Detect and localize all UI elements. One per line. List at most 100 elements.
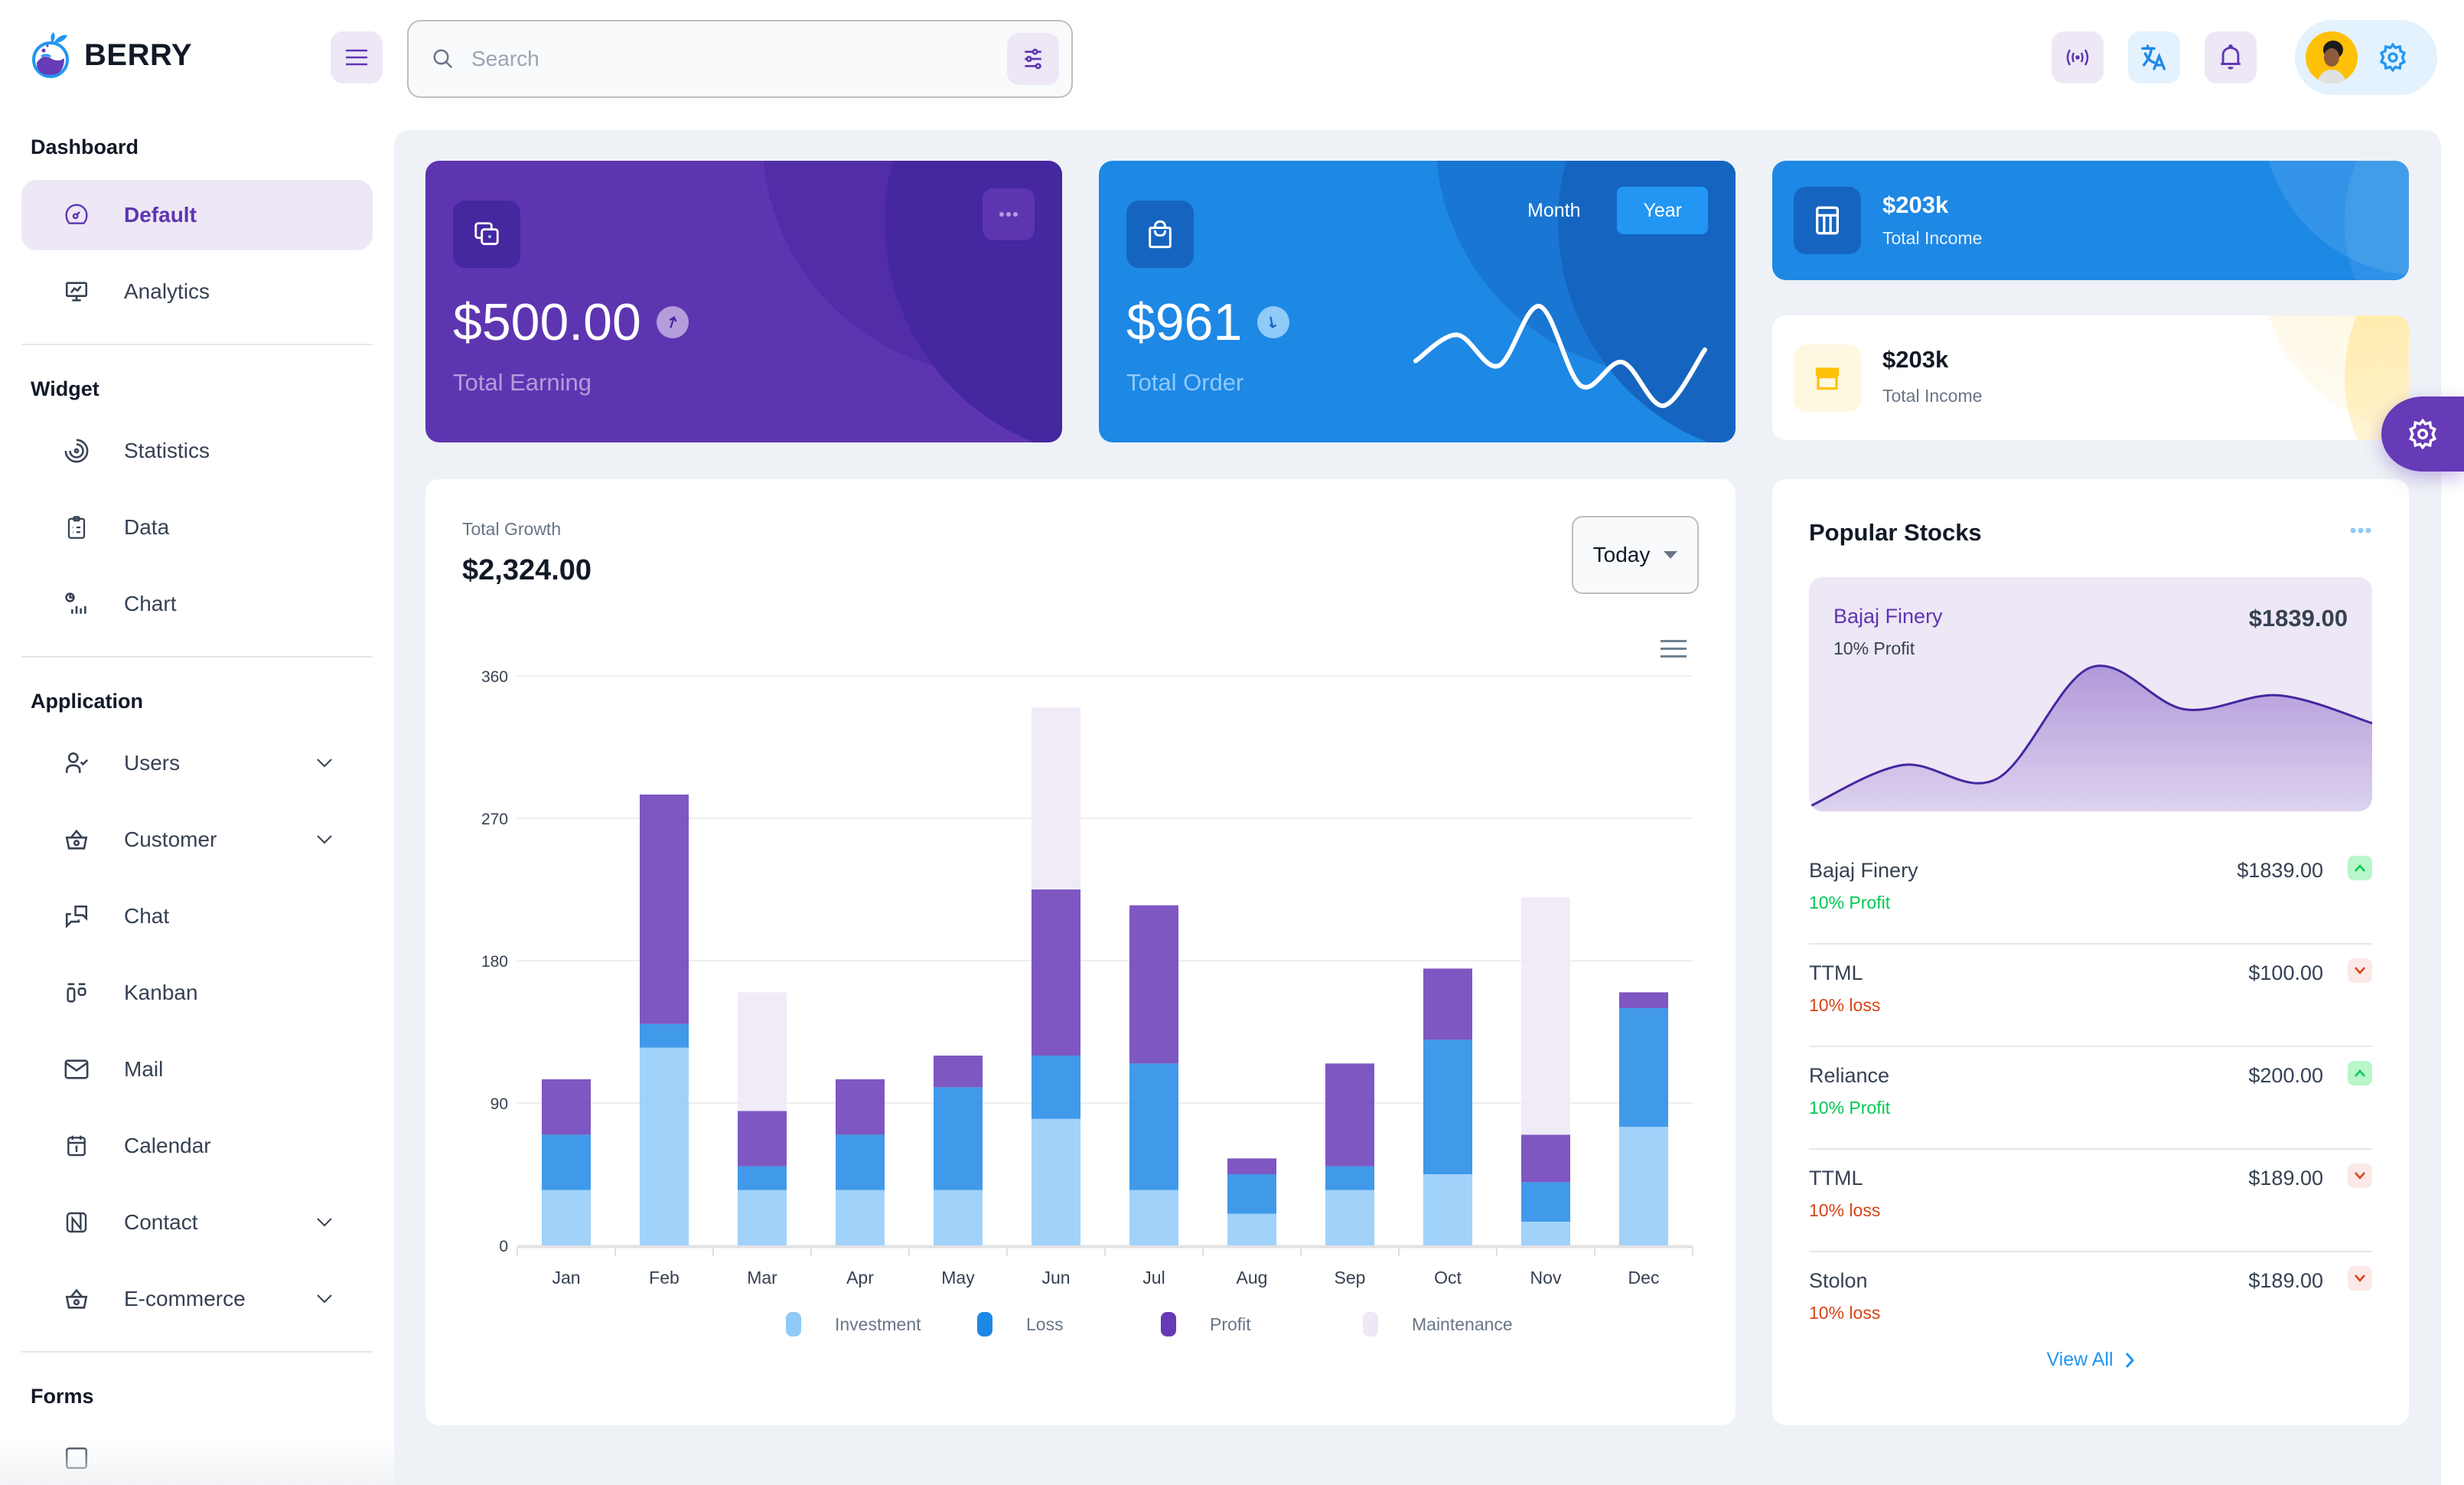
bar-investment-jan[interactable] [542,1190,591,1245]
sidebar-item-label: Mail [124,1057,164,1081]
bar-profit-jan[interactable] [542,1079,591,1135]
profile-menu[interactable] [2295,20,2437,95]
brand-name: BERRY [84,38,193,72]
components-icon [60,1441,93,1475]
bar-maintenance-mar[interactable] [738,992,787,1111]
customize-fab[interactable] [2381,397,2464,472]
sidebar-item-contact[interactable]: Contact [21,1187,373,1258]
trend-down-badge [2348,958,2372,983]
bar-investment-apr[interactable] [836,1190,885,1245]
total-income-card-secondary: $203k Total Income [1772,315,2409,440]
sidebar-item-analytics[interactable]: Analytics [21,256,373,327]
bar-investment-jul[interactable] [1129,1190,1178,1245]
bar-profit-apr[interactable] [836,1079,885,1135]
stock-value: $189.00 [2248,1269,2323,1292]
search-filter-button[interactable] [1007,33,1059,85]
legend-label-maintenance[interactable]: Maintenance [1412,1314,1513,1334]
bar-profit-feb[interactable] [640,795,689,1024]
bar-loss-jan[interactable] [542,1134,591,1190]
legend-label-investment[interactable]: Investment [835,1314,921,1334]
stock-row[interactable]: Reliance 10% Profit $200.00 [1809,1047,2372,1150]
language-button[interactable] [2128,31,2180,83]
bar-loss-nov[interactable] [1521,1182,1570,1222]
legend-swatch-maintenance[interactable] [1363,1312,1378,1336]
bar-profit-dec[interactable] [1619,992,1668,1008]
bar-investment-sep[interactable] [1325,1190,1374,1245]
popular-stocks-card: Popular Stocks Bajaj Finery 10% Profit $… [1772,479,2409,1425]
sidebar-item-forms-clipped[interactable] [21,1423,373,1485]
legend-label-loss[interactable]: Loss [1026,1314,1064,1334]
bar-loss-apr[interactable] [836,1134,885,1190]
sidebar-item-e-commerce[interactable]: E-commerce [21,1264,373,1334]
bar-loss-aug[interactable] [1227,1174,1276,1214]
total-growth-card: Total Growth $2,324.00 Today 0 90 180 270 36… [425,479,1736,1425]
bar-investment-mar[interactable] [738,1190,787,1245]
featured-stock-status: 10% Profit [1833,638,1915,658]
bar-profit-jul[interactable] [1129,905,1178,1064]
bar-profit-mar[interactable] [738,1111,787,1167]
bar-investment-nov[interactable] [1521,1222,1570,1245]
bar-profit-sep[interactable] [1325,1063,1374,1167]
legend-swatch-loss[interactable] [977,1312,992,1336]
bar-loss-mar[interactable] [738,1166,787,1190]
sidebar-toggle-button[interactable] [331,31,383,83]
earning-options-button[interactable] [983,188,1035,240]
x-tick-label: Dec [1628,1268,1660,1288]
legend-swatch-investment[interactable] [786,1312,801,1336]
stock-row[interactable]: Stolon 10% loss $189.00 [1809,1252,2372,1355]
bar-loss-jul[interactable] [1129,1063,1178,1190]
live-customize-button[interactable] [2052,31,2104,83]
stock-row[interactable]: TTML 10% loss $100.00 [1809,945,2372,1047]
sidebar-item-default[interactable]: Default [21,180,373,250]
bar-investment-may[interactable] [934,1190,983,1245]
avatar [2306,31,2358,83]
bar-maintenance-jun[interactable] [1032,707,1080,889]
x-tick-label: Mar [747,1268,777,1288]
notifications-button[interactable] [2205,31,2257,83]
mail-icon [60,1053,93,1086]
bar-investment-aug[interactable] [1227,1213,1276,1245]
stock-value: $1839.00 [2237,859,2323,882]
bar-investment-feb[interactable] [640,1047,689,1245]
sidebar-item-data[interactable]: Data [21,492,373,563]
sidebar-item-kanban[interactable]: Kanban [21,958,373,1028]
legend-label-profit[interactable]: Profit [1210,1314,1251,1334]
sidebar-item-statistics[interactable]: Statistics [21,416,373,486]
sidebar-item-chat[interactable]: Chat [21,881,373,951]
bar-loss-jun[interactable] [1032,1056,1080,1119]
sidebar-item-calendar[interactable]: Calendar [21,1111,373,1181]
sidebar-item-customer[interactable]: Customer [21,805,373,875]
view-all-button[interactable]: View All [1772,1349,2409,1371]
sidebar-item-chart[interactable]: Chart [21,569,373,639]
bar-maintenance-nov[interactable] [1521,897,1570,1135]
sidebar-item-users[interactable]: Users [21,728,373,798]
bar-investment-jun[interactable] [1032,1118,1080,1245]
bar-profit-oct[interactable] [1423,968,1472,1040]
bar-investment-dec[interactable] [1619,1127,1668,1245]
stock-row[interactable]: Bajaj Finery 10% Profit $1839.00 [1809,842,2372,945]
bar-loss-feb[interactable] [640,1023,689,1048]
chart-icon [60,587,93,621]
bar-profit-may[interactable] [934,1056,983,1088]
bar-profit-nov[interactable] [1521,1134,1570,1183]
bar-investment-oct[interactable] [1423,1174,1472,1245]
legend-swatch-profit[interactable] [1161,1312,1176,1336]
nav-section-title: Dashboard [31,135,139,158]
bar-profit-jun[interactable] [1032,889,1080,1056]
bar-loss-sep[interactable] [1325,1166,1374,1190]
logo[interactable]: BERRY [31,31,192,80]
featured-stock-card[interactable]: Bajaj Finery 10% Profit $1839.00 [1809,577,2372,811]
bar-profit-aug[interactable] [1227,1158,1276,1174]
basket-icon [60,823,93,857]
more-horizontal-icon[interactable] [2349,527,2372,534]
stock-value: $100.00 [2248,961,2323,984]
bar-loss-oct[interactable] [1423,1040,1472,1174]
calendar-icon [60,1129,93,1163]
bar-loss-may[interactable] [934,1087,983,1190]
x-tick-label: Feb [649,1268,680,1288]
sidebar-item-mail[interactable]: Mail [21,1034,373,1105]
bell-icon [2221,44,2241,70]
bar-loss-dec[interactable] [1619,1008,1668,1127]
search-input[interactable] [471,47,1007,71]
stock-row[interactable]: TTML 10% loss $189.00 [1809,1150,2372,1252]
